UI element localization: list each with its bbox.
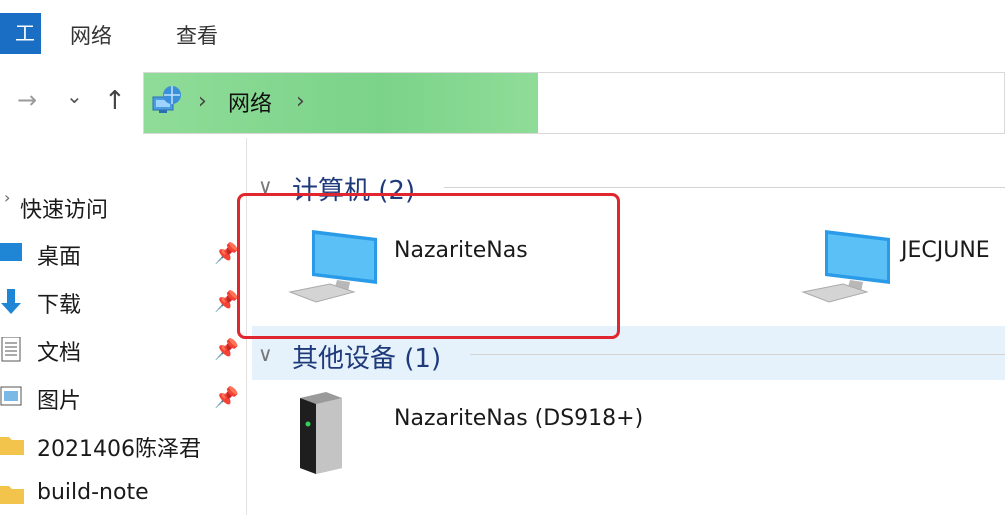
sidebar-item-label: 图片: [37, 389, 82, 414]
ribbon: 工 网络 查看: [0, 0, 1005, 66]
pin-icon: 📌: [214, 385, 239, 409]
pin-icon: 📌: [214, 289, 239, 313]
folder-icon: [0, 486, 24, 504]
device-item-nas[interactable]: NazariteNas (DS918+): [296, 390, 696, 480]
network-icon: [152, 86, 181, 113]
computer-icon: [801, 230, 890, 303]
up-button[interactable]: ↑: [104, 86, 126, 116]
sidebar-item-downloads[interactable]: 下载 📌: [0, 281, 246, 321]
pin-icon: 📌: [214, 337, 239, 361]
group-title: 其他设备 (1): [292, 344, 442, 374]
sidebar-item-label: 文档: [37, 341, 82, 366]
download-icon: [1, 289, 21, 314]
group-divider: [444, 187, 1005, 188]
file-tab[interactable]: 工: [0, 13, 41, 54]
sidebar-item-pictures[interactable]: 图片 📌: [0, 377, 246, 417]
address-crumb-network[interactable]: 网络: [228, 86, 272, 118]
collapse-chevron-icon[interactable]: ∨: [258, 342, 273, 366]
tab-network[interactable]: 网络: [70, 20, 112, 50]
sidebar-quick-access[interactable]: › 快速访问: [0, 186, 246, 226]
forward-button[interactable]: →: [17, 86, 37, 114]
address-separator[interactable]: ›: [198, 89, 207, 114]
recent-locations-button[interactable]: ⌄: [66, 84, 83, 108]
folder-icon: [0, 437, 24, 455]
address-separator-end[interactable]: ›: [296, 89, 305, 114]
sidebar-item-label: 2021406陈泽君: [37, 437, 201, 462]
pin-icon: 📌: [214, 241, 239, 265]
sidebar-item-documents[interactable]: 文档 📌: [0, 329, 246, 369]
group-divider: [470, 354, 1005, 355]
sidebar-item-label: 桌面: [37, 245, 82, 270]
sidebar-quick-access-label: 快速访问: [20, 198, 109, 223]
computer-item-jecjune[interactable]: JECJUNE: [795, 212, 1005, 312]
item-label: NazariteNas (DS918+): [394, 406, 644, 431]
sidebar-item-label: 下载: [37, 293, 82, 318]
pictures-icon: [0, 386, 22, 406]
sidebar-item-desktop[interactable]: 桌面 📌: [0, 233, 246, 273]
desktop-icon: [0, 243, 22, 261]
sidebar-item-label: build-note: [37, 480, 149, 505]
highlight-annotation: [237, 193, 620, 339]
document-icon: [1, 337, 21, 362]
item-label: JECJUNE: [901, 238, 990, 263]
sidebar-item-folder[interactable]: 2021406陈泽君: [0, 425, 246, 465]
expand-chevron-icon[interactable]: ›: [4, 188, 10, 207]
sidebar-item-folder[interactable]: build-note: [0, 474, 246, 514]
tab-view[interactable]: 查看: [176, 20, 218, 50]
nas-device-icon: [300, 392, 342, 474]
address-bar[interactable]: › 网络 ›: [143, 72, 1005, 134]
